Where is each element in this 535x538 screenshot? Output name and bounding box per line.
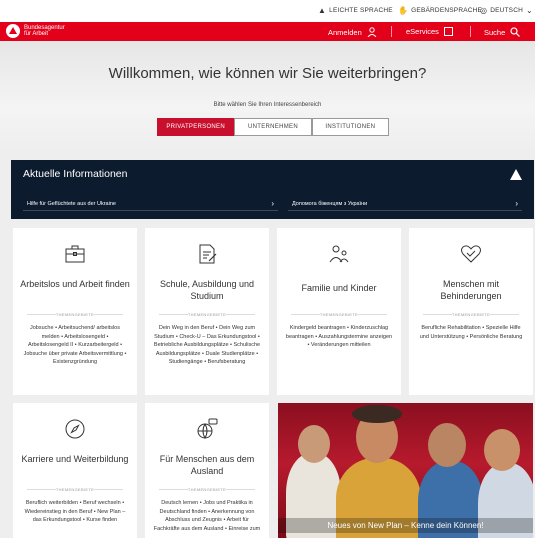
chevron-right-icon: › [515,199,518,208]
tab-private[interactable]: PRIVATPERSONEN [157,118,235,136]
card-school[interactable]: Schule, Ausbildung und Studium THEMENGEB… [145,228,269,395]
language-select[interactable]: ◎ DEUTSCH ⌄ [480,6,533,15]
card-links[interactable]: Dein Weg in den Beruf • Dein Weg zum Stu… [153,324,261,367]
tab-institutions[interactable]: INSTITUTIONEN [311,118,389,136]
audience-tabs: PRIVATPERSONEN UNTERNEHMEN INSTITUTIONEN [157,118,389,136]
search-button[interactable]: Suche [484,27,521,37]
family-icon [329,245,349,263]
utility-bar: ▲ LEICHTE SPRACHE ✋ GEBÄRDENSPRACHE ◎ DE… [0,0,535,22]
theme-label: THEMENGEBIETE [159,487,255,492]
sign-language-icon: ✋ [398,6,409,15]
logo[interactable]: Bundesagentur für Arbeit [6,24,65,38]
heart-hands-icon [461,245,481,263]
divider [391,26,392,37]
theme-label: THEMENGEBIETE [291,312,387,317]
promo-person-head [428,423,466,467]
theme-label: THEMENGEBIETE [27,487,123,492]
login-button[interactable]: Anmelden [328,27,377,37]
tab-companies[interactable]: UNTERNEHMEN [234,118,312,136]
document-pen-icon [199,244,217,264]
promo-person-head [298,425,330,463]
theme-label: THEMENGEBIETE [27,312,123,317]
easy-language-icon: ▲ [318,6,327,15]
theme-label: THEMENGEBIETE [159,312,255,317]
chevron-right-icon: › [271,199,274,208]
card-title: Menschen mit Behinderungen [440,279,502,301]
news-panel: Aktuelle Informationen Hilfe für Geflüch… [11,160,534,219]
hero-section: Willkommen, wie können wir Sie weiterbri… [0,41,535,152]
card-career[interactable]: Karriere und Weiterbildung THEMENGEBIETE… [13,403,137,538]
hero-subtitle: Bitte wählen Sie Ihren Interessenbereich [213,102,322,108]
card-title: Karriere und Weiterbildung [21,454,129,464]
promo-person-head [484,429,520,471]
card-title: Arbeitslos und Arbeit finden [20,279,130,289]
easy-language-link[interactable]: ▲ LEICHTE SPRACHE [318,6,393,15]
card-title: Für Menschen aus dem Ausland [159,454,255,476]
promo-caption: Neues von New Plan – Kenne dein Können! [278,518,533,533]
card-links[interactable]: Jobsuche • Arbeitsuchend/ arbeitslos mel… [21,324,129,367]
page-title: Willkommen, wie können wir Sie weiterbri… [108,65,427,82]
globe-chat-icon [197,418,218,440]
chevron-down-icon: ⌄ [526,6,533,15]
logo-icon [6,24,20,38]
card-links[interactable]: Kindergeld beantragen • Kinderzuschlag b… [285,324,393,350]
card-family[interactable]: Familie und Kinder THEMENGEBIETE Kinderg… [277,228,401,395]
card-links[interactable]: Beruflich weiterbilden • Beruf wechseln … [21,499,129,525]
card-links[interactable]: Berufliche Rehabilitation • Spezielle Hi… [417,324,525,341]
grid-icon [443,27,453,36]
theme-label: THEMENGEBIETE [423,312,519,317]
news-link-ukraine-uk[interactable]: Допомога біженцям з України › [288,197,522,211]
sign-language-link[interactable]: ✋ GEBÄRDENSPRACHE [398,6,482,15]
card-disabilities[interactable]: Menschen mit Behinderungen THEMENGEBIETE… [409,228,533,395]
card-unemployed[interactable]: Arbeitslos und Arbeit finden THEMENGEBIE… [13,228,137,395]
main-header: Bundesagentur für Arbeit Anmelden eServi… [0,22,535,41]
promo-banner[interactable]: Neues von New Plan – Kenne dein Können! [278,403,533,538]
globe-icon: ◎ [480,6,488,15]
card-links[interactable]: Deutsch lernen • Jobs und Praktika in De… [153,499,261,533]
card-title: Familie und Kinder [301,283,377,293]
briefcase-icon [65,245,85,263]
divider [470,26,471,37]
promo-person-cap [352,405,402,423]
compass-icon [65,419,85,439]
card-abroad[interactable]: Für Menschen aus dem Ausland THEMENGEBIE… [145,403,269,538]
search-icon [510,27,521,37]
eservices-button[interactable]: eServices [406,27,453,36]
news-link-ukraine[interactable]: Hilfe für Geflüchtete aus der Ukraine › [23,197,278,211]
warning-icon [510,169,522,180]
news-title: Aktuelle Informationen [23,168,128,180]
card-title: Schule, Ausbildung und Studium [159,279,255,301]
user-icon [367,27,377,37]
